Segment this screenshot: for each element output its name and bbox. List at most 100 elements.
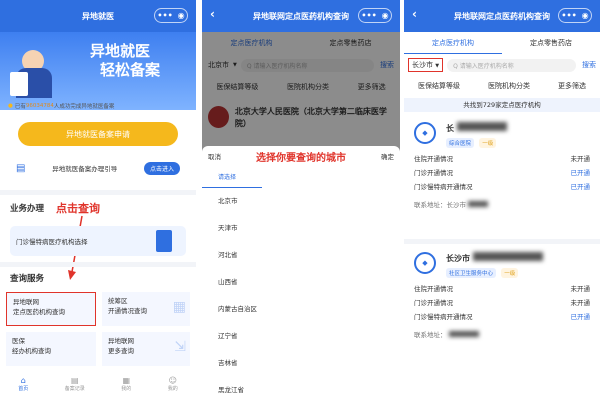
page-title: 异地就医 xyxy=(82,11,114,21)
capsule-menu[interactable]: ••• ◉ xyxy=(154,8,188,23)
section-query-title: 查询服务 xyxy=(10,274,45,284)
status-row: 门诊慢特病开通情况 已开通 xyxy=(404,310,600,324)
grid-item-agency-query[interactable]: 医保 经办机构查询 xyxy=(6,332,96,366)
city-option[interactable]: 天津市 xyxy=(218,215,400,242)
banner: 异地就医 轻松备案 xyxy=(0,32,196,110)
grid-item-region-query[interactable]: 统筹区 开通情况查询 ▦ xyxy=(102,292,190,326)
banner-line1: 异地就医 xyxy=(90,42,151,60)
hospital-logo-icon: ◆ xyxy=(414,252,436,274)
address-label: 联系地址： xyxy=(414,331,447,339)
filter-more[interactable]: 更多筛选 xyxy=(558,81,586,91)
grid-item-line2: 更多查询 xyxy=(108,347,134,355)
chevron-left-icon[interactable]: ‹ xyxy=(412,7,417,21)
nav-home-label: 首页 xyxy=(18,386,29,392)
hospital-icon xyxy=(156,230,172,252)
city-option[interactable]: 内蒙古自治区 xyxy=(218,296,400,323)
nav-mine-extra-label: 我的 xyxy=(167,386,178,392)
apply-button[interactable]: 异地就医备案申请 xyxy=(18,122,178,146)
grid-item-line1: 异地联网 xyxy=(108,337,134,345)
title-bar: ‹ 异地联网定点医药机构查询 ••• ◉ xyxy=(202,0,400,32)
status-value: 已开通 xyxy=(570,169,591,177)
address-row: 联系地址：长沙市 xyxy=(404,198,600,212)
grid-item-line2: 定点医药机构查询 xyxy=(13,308,65,316)
notice-icon: ● xyxy=(8,103,13,109)
tab-bar: 定点医疗机构 定点零售药店 xyxy=(404,32,600,54)
city-picker-sheet: 取消 选择你要查询的城市 确定 请选择 北京市 天津市 河北省 山西省 内蒙古自… xyxy=(202,146,400,398)
cancel-button[interactable]: 取消 xyxy=(208,151,221,161)
status-label: 住院开通情况 xyxy=(414,285,453,293)
guide-button[interactable]: 点击进入 xyxy=(143,161,180,175)
filter-category[interactable]: 医院机构分类 xyxy=(488,81,530,91)
nav-mine[interactable]: ▦ 我的 xyxy=(121,376,131,392)
capsule-menu[interactable]: ••• ◉ xyxy=(358,8,392,23)
city-option[interactable]: 吉林省 xyxy=(218,350,400,377)
filter-bar: 医保结算等级 医院机构分类 更多筛选 xyxy=(404,76,600,96)
guide-text: 异地就医备案办理引导 xyxy=(52,165,118,173)
divider xyxy=(0,262,196,267)
redacted-block xyxy=(468,201,488,207)
city-option[interactable]: 辽宁省 xyxy=(218,323,400,350)
nav-records-label: 备案记录 xyxy=(64,386,85,392)
city-option[interactable]: 山西省 xyxy=(218,269,400,296)
hospital-card[interactable]: ◆ 长沙市 社区卫生服务中心 一级 住院开通情况 未开通 门诊开通情况 未开通 门诊… xyxy=(404,244,600,374)
hospital-logo-icon: ◆ xyxy=(414,122,436,144)
redacted-block xyxy=(456,122,507,131)
city-option[interactable]: 北京市 xyxy=(218,188,400,215)
document-icon: ▤ xyxy=(16,162,26,174)
guide-card[interactable]: ▤ 异地就医备案办理引导 点击进入 xyxy=(10,156,186,180)
hospital-name: 长 xyxy=(446,124,454,133)
search-input[interactable]: Q 请输入医疗机构名称 xyxy=(447,58,576,72)
notice-bar: ● 已有 96034784 人成功完成异地就医备案 xyxy=(8,100,188,112)
page-title: 异地联网定点医药机构查询 xyxy=(454,11,550,21)
hospital-card[interactable]: ◆ 长 综合医院 一级 住院开通情况 未开通 门诊开通情况 已开通 门诊慢特病开通情… xyxy=(404,114,600,244)
menu-dots-icon: ••• xyxy=(561,11,577,20)
banner-line2: 轻松备案 xyxy=(100,61,161,79)
grid-item-network-query[interactable]: 异地联网 定点医药机构查询 xyxy=(6,292,96,326)
close-circle-icon: ◉ xyxy=(581,11,589,20)
home-icon: ⌂ xyxy=(20,376,26,385)
tag-level: 一级 xyxy=(501,268,519,278)
city-picker-panel: ‹ 异地联网定点医药机构查询 ••• ◉ 定点医疗机构 定点零售药店 北京市 ▼ … xyxy=(202,0,400,398)
nav-records[interactable]: ▤ 备案记录 xyxy=(65,376,85,392)
menu-dots-icon: ••• xyxy=(361,11,377,20)
tab-hospitals[interactable]: 定点医疗机构 xyxy=(404,32,502,54)
nav-mine-extra[interactable]: ☺ 我的 xyxy=(168,376,178,392)
search-row: 长沙市 ▼ Q 请输入医疗机构名称 搜索 xyxy=(404,54,600,76)
divider xyxy=(0,190,196,195)
city-option[interactable]: 黑龙江省 xyxy=(218,377,400,398)
caret-down-icon: ▼ xyxy=(435,63,440,69)
city-dropdown-label: 长沙市 xyxy=(412,61,433,69)
filter-level[interactable]: 医保结算等级 xyxy=(418,81,460,91)
hospital-name: 长沙市 xyxy=(446,254,470,263)
grid-item-more-query[interactable]: 异地联网 更多查询 ⇲ xyxy=(102,332,190,366)
exit-icon: ⇲ xyxy=(174,339,186,355)
picker-prompt[interactable]: 请选择 xyxy=(202,166,262,188)
status-row: 住院开通情况 未开通 xyxy=(404,282,600,296)
grid-icon: ▦ xyxy=(122,376,131,385)
tab-pharmacies[interactable]: 定点零售药店 xyxy=(502,38,600,48)
status-value: 未开通 xyxy=(570,155,591,163)
city-list: 北京市 天津市 河北省 山西省 内蒙古自治区 辽宁省 吉林省 黑龙江省 xyxy=(202,188,400,398)
user-icon: ☺ xyxy=(168,376,177,385)
nav-home[interactable]: ⌂ 首页 xyxy=(18,376,28,392)
apply-button-label: 异地就医备案申请 xyxy=(66,129,130,139)
picker-title: 选择你要查询的城市 xyxy=(256,152,346,164)
status-value: 未开通 xyxy=(570,285,591,293)
capsule-menu[interactable]: ••• ◉ xyxy=(558,8,592,23)
grid-item-line1: 异地联网 xyxy=(13,298,39,306)
city-option[interactable]: 河北省 xyxy=(218,242,400,269)
redacted-block xyxy=(448,331,479,337)
search-button[interactable]: 搜索 xyxy=(582,60,596,70)
notice-count: 96034784 xyxy=(25,103,54,109)
status-row: 门诊开通情况 已开通 xyxy=(404,166,600,180)
banner-illustration xyxy=(10,42,70,102)
title-bar: 异地就医 ••• ◉ xyxy=(0,0,196,32)
address-label: 联系地址：长沙市 xyxy=(414,201,466,209)
confirm-button[interactable]: 确定 xyxy=(381,151,394,161)
business-item-card[interactable]: 门诊慢特病医疗机构选择 xyxy=(10,226,186,256)
menu-dots-icon: ••• xyxy=(157,11,173,20)
chevron-left-icon[interactable]: ‹ xyxy=(210,7,215,21)
business-item-label: 门诊慢特病医疗机构选择 xyxy=(16,238,88,246)
tag-level: 一级 xyxy=(479,138,497,148)
city-dropdown[interactable]: 长沙市 ▼ xyxy=(408,58,444,72)
